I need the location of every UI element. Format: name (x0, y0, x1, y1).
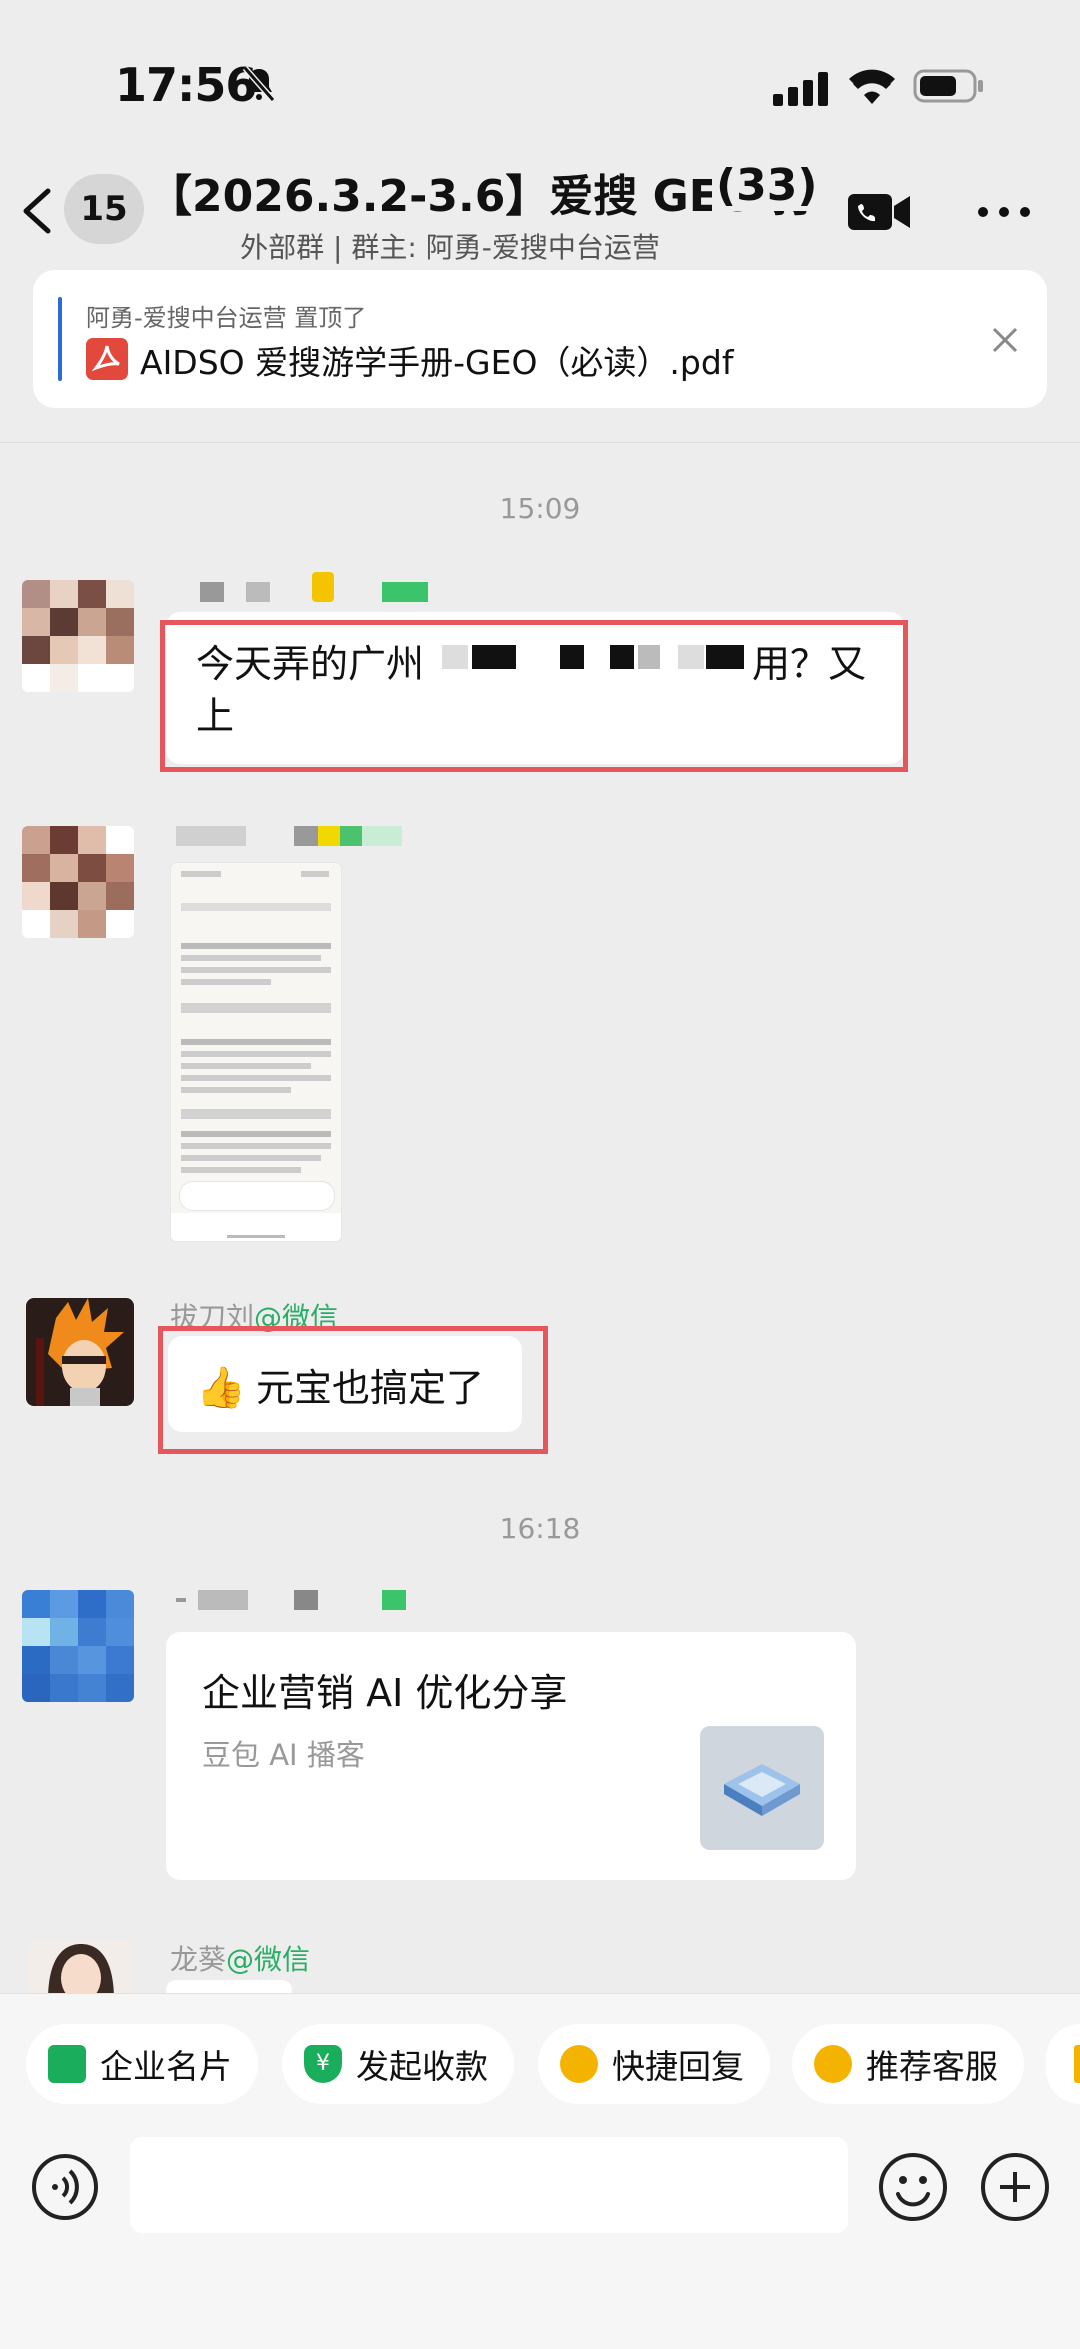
message-input[interactable] (130, 2137, 848, 2233)
timestamp: 16:18 (499, 1512, 581, 1545)
status-time: 17:56 (115, 58, 257, 112)
close-icon[interactable] (990, 325, 1020, 355)
toolbar-item-payment[interactable]: ¥ 发起收款 (282, 2024, 514, 2104)
member-count: (33) (712, 160, 818, 211)
business-card-icon (48, 2045, 86, 2083)
pinned-accent-bar (58, 297, 62, 381)
avatar[interactable] (22, 1590, 134, 1702)
call-camera-icon[interactable] (848, 190, 912, 234)
cellular-signal-icon (773, 72, 828, 106)
toolbar-item-customer-service[interactable]: 推荐客服 (792, 2024, 1024, 2104)
pdf-file-icon (86, 338, 128, 380)
timestamp: 15:09 (499, 492, 581, 525)
card-title: 企业营销 AI 优化分享 (202, 1671, 568, 1715)
more-options-icon[interactable] (975, 200, 1033, 224)
back-arrow-icon[interactable] (18, 185, 56, 237)
customer-service-icon (814, 2045, 852, 2083)
sender-name-pixelated (176, 826, 436, 848)
sender-name: 龙葵@微信 (170, 1943, 311, 1976)
avatar[interactable] (26, 1298, 134, 1406)
chat-subtitle: 外部群 | 群主: 阿勇-爱搜中台运营 (240, 231, 660, 264)
sender-org-tag: @微信 (226, 1943, 311, 1976)
message-text-end: 用？又 (752, 642, 867, 686)
battery-icon (913, 69, 983, 103)
thumbs-up-emoji: 👍 (196, 1365, 246, 1411)
card-source: 豆包 AI 播客 (202, 1738, 365, 1772)
pinned-meta: 阿勇-爱搜中台运营 置顶了 (86, 304, 367, 332)
add-icon[interactable] (978, 2150, 1052, 2224)
card-thumbnail (700, 1726, 824, 1850)
quick-reply-icon (560, 2045, 598, 2083)
message-text: 元宝也搞定了 (256, 1366, 485, 1410)
toolbar-item-quick-reply[interactable]: 快捷回复 (538, 2024, 770, 2104)
wifi-icon (849, 69, 895, 104)
avatar[interactable] (22, 580, 134, 692)
avatar[interactable] (28, 1940, 134, 2000)
mute-bell-icon (242, 66, 276, 102)
message-text: 今天弄的广州 (196, 642, 425, 686)
redacted-text (430, 645, 750, 673)
toolbar-item-business-card[interactable]: 企业名片 (26, 2024, 258, 2104)
sender-name-pixelated (200, 572, 430, 604)
emoji-icon[interactable] (876, 2150, 950, 2224)
payment-icon: ¥ (304, 2045, 342, 2083)
pinned-divider (0, 442, 1080, 443)
voice-input-icon[interactable] (30, 2152, 100, 2222)
image-attachment[interactable] (170, 862, 342, 1242)
avatar[interactable] (22, 826, 134, 938)
message-text-line2: 上 (196, 694, 235, 738)
unread-count-badge[interactable]: 15 (64, 174, 144, 244)
pinned-file-name[interactable]: AIDSO 爱搜游学手册-GEO（必读）.pdf (140, 336, 733, 384)
sender-name-pixelated (176, 1590, 436, 1612)
chat-title[interactable]: 【2026.3.2-3.6】爱搜 GEO 打 (148, 160, 808, 220)
